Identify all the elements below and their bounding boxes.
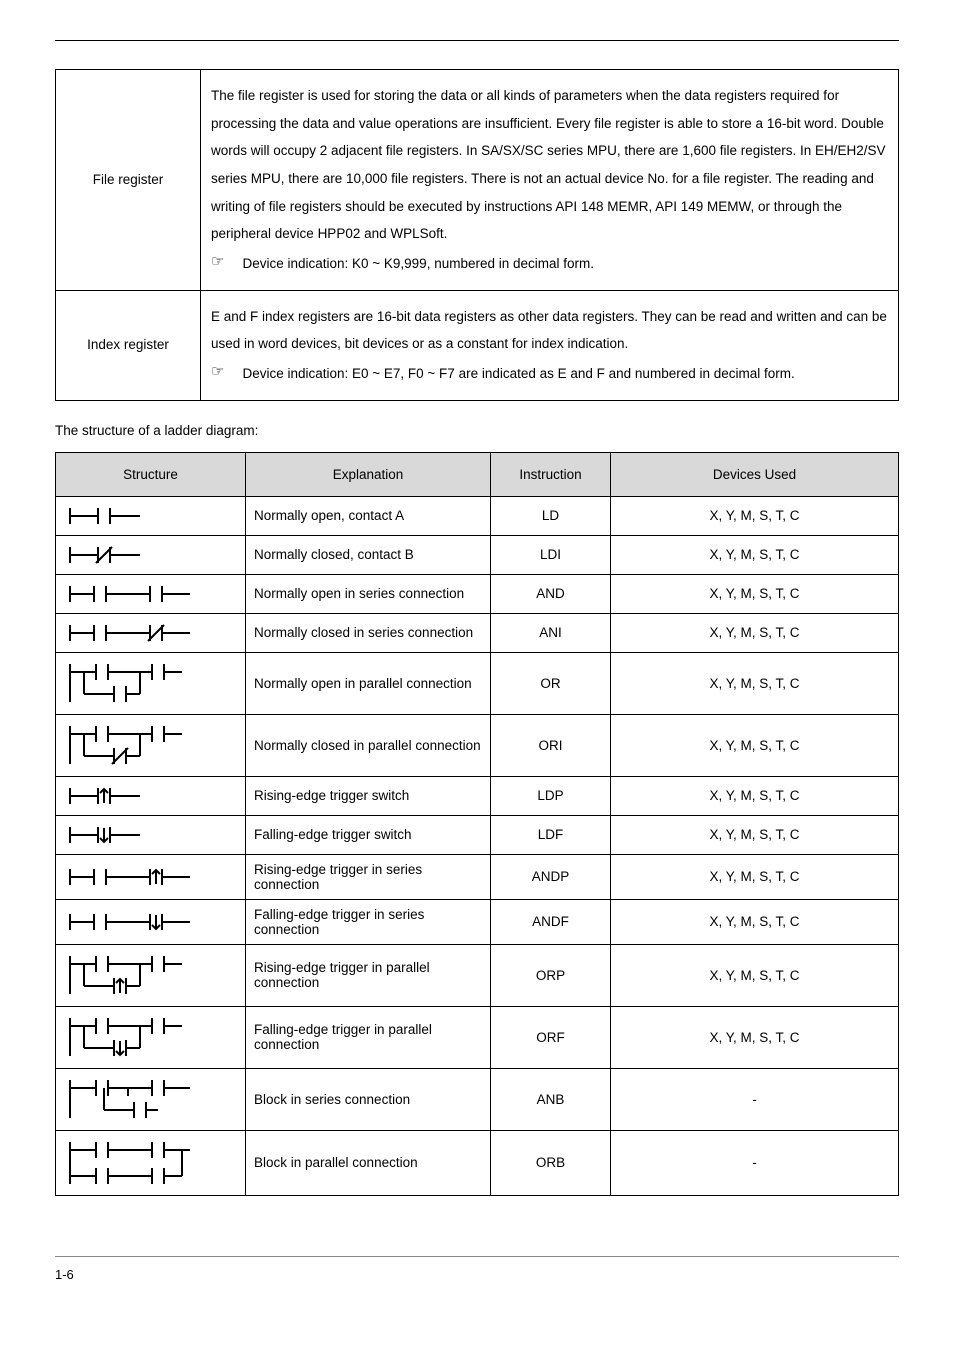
table-row: Block in parallel connectionORB-	[56, 1130, 899, 1195]
devices-cell: X, Y, M, S, T, C	[611, 652, 899, 714]
ladder-symbol-icon	[56, 1068, 246, 1130]
ladder-symbol-icon	[56, 944, 246, 1006]
devices-cell: X, Y, M, S, T, C	[611, 1006, 899, 1068]
top-horizontal-rule	[55, 40, 899, 41]
explanation-cell: Rising-edge trigger switch	[246, 776, 491, 815]
table-row: Rising-edge trigger in parallel connecti…	[56, 944, 899, 1006]
ladder-symbol-icon	[56, 535, 246, 574]
explanation-cell: Falling-edge trigger in parallel connect…	[246, 1006, 491, 1068]
register-description: The file register is used for storing th…	[201, 70, 899, 291]
structure-caption: The structure of a ladder diagram:	[55, 423, 899, 438]
table-row: Falling-edge trigger in series connectio…	[56, 899, 899, 944]
ladder-symbol-icon	[56, 1006, 246, 1068]
instruction-cell: ORF	[491, 1006, 611, 1068]
register-label: File register	[56, 70, 201, 291]
devices-cell: X, Y, M, S, T, C	[611, 535, 899, 574]
devices-cell: X, Y, M, S, T, C	[611, 899, 899, 944]
table-row: Block in series connectionANB-	[56, 1068, 899, 1130]
instruction-cell: AND	[491, 574, 611, 613]
ladder-symbol-icon	[56, 574, 246, 613]
devices-cell: X, Y, M, S, T, C	[611, 815, 899, 854]
devices-cell: -	[611, 1068, 899, 1130]
header-structure: Structure	[56, 452, 246, 496]
devices-cell: -	[611, 1130, 899, 1195]
table-row: Normally open in parallel connectionORX,…	[56, 652, 899, 714]
instruction-cell: LDI	[491, 535, 611, 574]
page-number: 1-6	[55, 1267, 899, 1282]
explanation-cell: Normally open in series connection	[246, 574, 491, 613]
ladder-symbol-icon	[56, 652, 246, 714]
ladder-symbol-icon	[56, 899, 246, 944]
devices-cell: X, Y, M, S, T, C	[611, 496, 899, 535]
table-row: Falling-edge trigger switchLDFX, Y, M, S…	[56, 815, 899, 854]
ladder-symbol-icon	[56, 496, 246, 535]
ladder-structure-table: Structure Explanation Instruction Device…	[55, 452, 899, 1196]
table-row: Normally open, contact ALDX, Y, M, S, T,…	[56, 496, 899, 535]
instruction-cell: ANB	[491, 1068, 611, 1130]
register-definitions-table: File registerThe file register is used f…	[55, 69, 899, 401]
table-row: Rising-edge trigger switchLDPX, Y, M, S,…	[56, 776, 899, 815]
table-row: Rising-edge trigger in series connection…	[56, 854, 899, 899]
ladder-symbol-icon	[56, 613, 246, 652]
instruction-cell: LD	[491, 496, 611, 535]
table-row: Normally closed, contact BLDIX, Y, M, S,…	[56, 535, 899, 574]
explanation-cell: Rising-edge trigger in series connection	[246, 854, 491, 899]
pointer-icon: ☞	[211, 250, 224, 274]
instruction-cell: OR	[491, 652, 611, 714]
ladder-symbol-icon	[56, 776, 246, 815]
explanation-cell: Block in series connection	[246, 1068, 491, 1130]
header-devices: Devices Used	[611, 452, 899, 496]
ladder-symbol-icon	[56, 815, 246, 854]
explanation-cell: Rising-edge trigger in parallel connecti…	[246, 944, 491, 1006]
devices-cell: X, Y, M, S, T, C	[611, 714, 899, 776]
explanation-cell: Normally open, contact A	[246, 496, 491, 535]
devices-cell: X, Y, M, S, T, C	[611, 613, 899, 652]
explanation-cell: Falling-edge trigger in series connectio…	[246, 899, 491, 944]
bottom-horizontal-rule	[55, 1256, 899, 1257]
register-label: Index register	[56, 290, 201, 400]
table-row: Normally closed in parallel connectionOR…	[56, 714, 899, 776]
ladder-symbol-icon	[56, 854, 246, 899]
instruction-cell: LDP	[491, 776, 611, 815]
instruction-cell: ANI	[491, 613, 611, 652]
table-row: Normally open in series connectionANDX, …	[56, 574, 899, 613]
instruction-cell: ANDF	[491, 899, 611, 944]
instruction-cell: ANDP	[491, 854, 611, 899]
header-instruction: Instruction	[491, 452, 611, 496]
register-description: E and F index registers are 16-bit data …	[201, 290, 899, 400]
pointer-icon: ☞	[211, 360, 224, 384]
table-row: Falling-edge trigger in parallel connect…	[56, 1006, 899, 1068]
devices-cell: X, Y, M, S, T, C	[611, 944, 899, 1006]
explanation-cell: Normally closed in series connection	[246, 613, 491, 652]
devices-cell: X, Y, M, S, T, C	[611, 854, 899, 899]
explanation-cell: Normally closed, contact B	[246, 535, 491, 574]
instruction-cell: ORI	[491, 714, 611, 776]
ladder-symbol-icon	[56, 714, 246, 776]
instruction-cell: ORB	[491, 1130, 611, 1195]
devices-cell: X, Y, M, S, T, C	[611, 574, 899, 613]
instruction-cell: ORP	[491, 944, 611, 1006]
explanation-cell: Normally open in parallel connection	[246, 652, 491, 714]
explanation-cell: Block in parallel connection	[246, 1130, 491, 1195]
table-row: Normally closed in series connectionANIX…	[56, 613, 899, 652]
ladder-symbol-icon	[56, 1130, 246, 1195]
explanation-cell: Falling-edge trigger switch	[246, 815, 491, 854]
bullet-text: Device indication: E0 ~ E7, F0 ~ F7 are …	[242, 360, 794, 388]
bullet-text: Device indication: K0 ~ K9,999, numbered…	[242, 250, 594, 278]
header-explanation: Explanation	[246, 452, 491, 496]
instruction-cell: LDF	[491, 815, 611, 854]
explanation-cell: Normally closed in parallel connection	[246, 714, 491, 776]
devices-cell: X, Y, M, S, T, C	[611, 776, 899, 815]
